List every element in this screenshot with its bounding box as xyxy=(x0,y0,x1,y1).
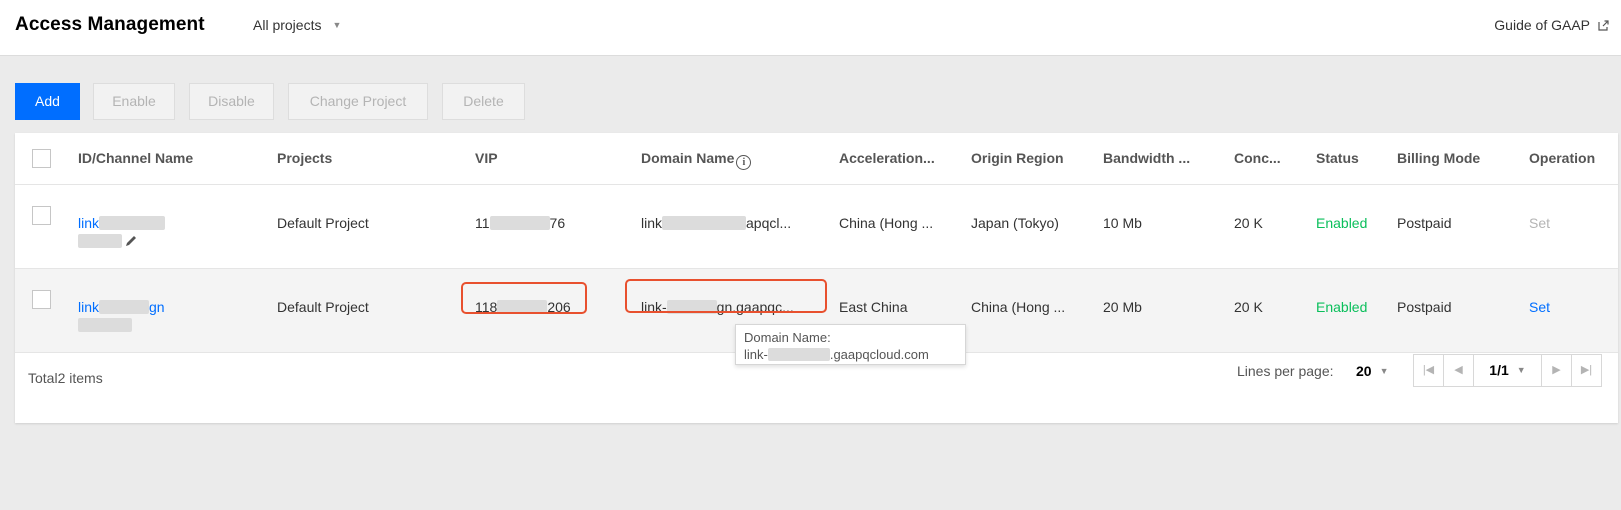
first-page-icon[interactable]: |◀ xyxy=(1414,355,1444,386)
edit-icon[interactable] xyxy=(124,234,138,248)
delete-button[interactable]: Delete xyxy=(442,83,525,120)
concurrency-cell: 20 K xyxy=(1234,215,1263,231)
redacted-text xyxy=(489,216,550,230)
add-button[interactable]: Add xyxy=(15,83,80,120)
lines-per-page-select[interactable]: 20 ▼ xyxy=(1356,363,1389,379)
external-link-icon xyxy=(1598,20,1609,31)
domain-name-tooltip: Domain Name: link- .gaapqcloud.com xyxy=(735,324,966,365)
channel-id-link[interactable]: link gn xyxy=(78,299,165,315)
channel-name-edit[interactable] xyxy=(78,233,138,249)
domain-cell: link apqcl... xyxy=(641,215,792,231)
col-acceleration[interactable]: Acceleration... xyxy=(839,150,935,166)
prev-page-icon[interactable]: ◀ xyxy=(1444,355,1474,386)
billing-mode-cell: Postpaid xyxy=(1397,299,1452,315)
billing-mode-cell: Postpaid xyxy=(1397,215,1452,231)
row-checkbox[interactable] xyxy=(32,206,51,225)
project-cell: Default Project xyxy=(277,215,369,231)
change-project-button[interactable]: Change Project xyxy=(288,83,428,120)
vip-cell: 11 76 xyxy=(475,215,566,231)
lines-per-page-label: Lines per page: xyxy=(1237,363,1334,379)
set-link[interactable]: Set xyxy=(1529,299,1550,315)
guide-link-label: Guide of GAAP xyxy=(1494,17,1590,33)
domain-highlight-box xyxy=(625,279,827,313)
next-page-icon[interactable]: ▶ xyxy=(1542,355,1572,386)
col-status[interactable]: Status xyxy=(1316,150,1359,166)
acceleration-cell: East China xyxy=(839,299,908,315)
chevron-down-icon: ▼ xyxy=(332,20,342,30)
disable-button[interactable]: Disable xyxy=(189,83,274,120)
redacted-text xyxy=(662,216,747,230)
info-icon[interactable]: i xyxy=(736,155,752,170)
last-page-icon[interactable]: ▶| xyxy=(1572,355,1601,386)
col-domain-name-label: Domain Name xyxy=(641,150,735,166)
status-badge: Enabled xyxy=(1316,215,1368,231)
top-bar: Access Management All projects ▼ Guide of… xyxy=(0,0,1621,56)
redacted-text xyxy=(78,318,132,332)
enable-button[interactable]: Enable xyxy=(93,83,175,120)
origin-region-cell: Japan (Tokyo) xyxy=(971,215,1059,231)
project-filter-dropdown[interactable]: All projects ▼ xyxy=(253,17,341,33)
acceleration-cell: China (Hong ... xyxy=(839,215,934,231)
col-domain-name[interactable]: Domain Name i xyxy=(641,150,752,170)
col-concurrency[interactable]: Conc... xyxy=(1234,150,1281,166)
status-badge: Enabled xyxy=(1316,299,1368,315)
vip-highlight-box xyxy=(461,282,587,314)
origin-region-cell: China (Hong ... xyxy=(971,299,1066,315)
chevron-down-icon: ▼ xyxy=(1516,365,1526,375)
col-billing-mode[interactable]: Billing Mode xyxy=(1397,150,1480,166)
set-link-disabled: Set xyxy=(1529,215,1551,231)
col-id-channel-name[interactable]: ID/Channel Name xyxy=(78,150,193,166)
access-table-panel: ID/Channel Name Projects VIP Domain Name… xyxy=(15,133,1618,423)
channel-id-link[interactable]: link xyxy=(78,215,166,231)
redacted-text xyxy=(767,348,830,361)
table-header-row: ID/Channel Name Projects VIP Domain Name… xyxy=(15,133,1618,185)
guide-link[interactable]: Guide of GAAP xyxy=(1494,17,1609,33)
redacted-text xyxy=(99,216,166,230)
project-cell: Default Project xyxy=(277,299,369,315)
tooltip-value: link- .gaapqcloud.com xyxy=(744,347,929,362)
concurrency-cell: 20 K xyxy=(1234,299,1263,315)
col-vip[interactable]: VIP xyxy=(475,150,498,166)
tooltip-label: Domain Name: xyxy=(744,330,831,345)
channel-name-edit[interactable] xyxy=(78,317,132,333)
redacted-text xyxy=(78,234,122,248)
bandwidth-cell: 10 Mb xyxy=(1103,215,1142,231)
col-operation: Operation xyxy=(1529,150,1596,166)
redacted-text xyxy=(99,300,150,314)
col-bandwidth[interactable]: Bandwidth ... xyxy=(1103,150,1190,166)
col-projects[interactable]: Projects xyxy=(277,150,332,166)
pagination: |◀ ◀ 1/1 ▼ ▶ ▶| xyxy=(1413,354,1602,387)
total-items: Total2 items xyxy=(28,370,103,386)
col-origin-region[interactable]: Origin Region xyxy=(971,150,1064,166)
project-filter-value: All projects xyxy=(253,17,322,33)
chevron-down-icon: ▼ xyxy=(1379,366,1389,376)
bandwidth-cell: 20 Mb xyxy=(1103,299,1142,315)
table-row: link Default Project 11 76 link apqcl... C… xyxy=(15,185,1618,269)
row-checkbox[interactable] xyxy=(32,290,51,309)
select-all-checkbox[interactable] xyxy=(32,149,51,168)
page-select[interactable]: 1/1 ▼ xyxy=(1474,355,1542,386)
page-title: Access Management xyxy=(15,14,205,35)
